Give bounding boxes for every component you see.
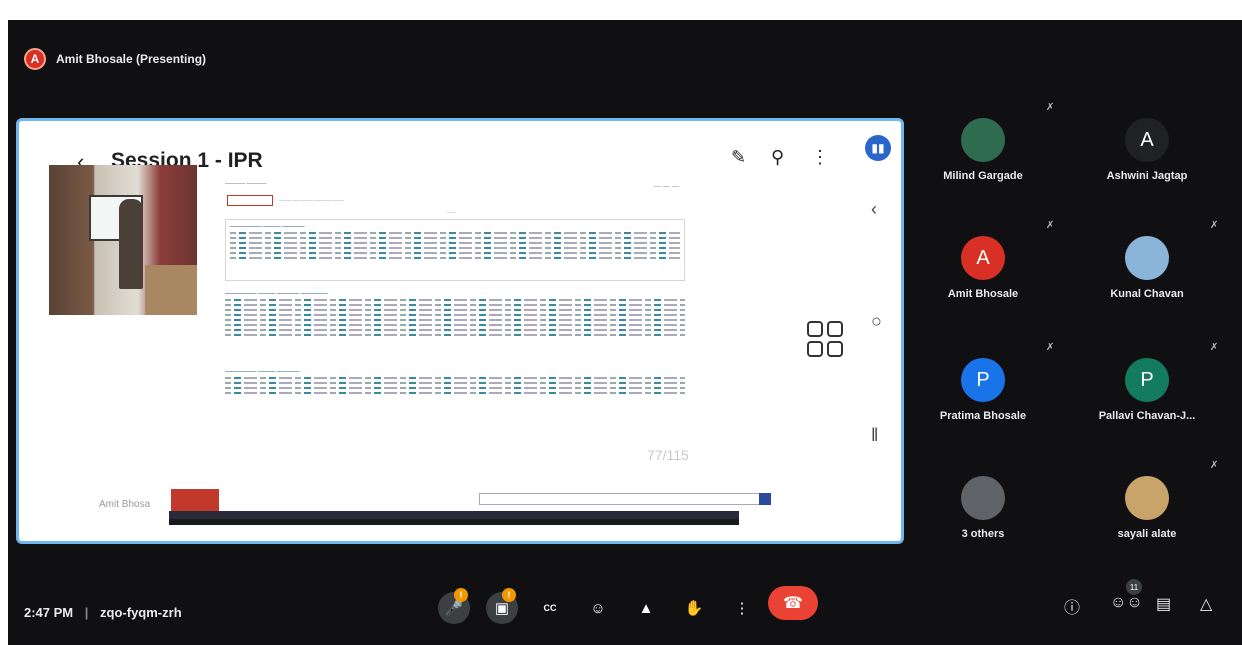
participant-tile[interactable]: ✗ Kunal Chavan xyxy=(1072,220,1222,330)
participant-avatar: P xyxy=(961,358,1005,402)
chevron-left-icon: ‹ xyxy=(871,199,877,219)
result-item: ——————— ———— ————— xyxy=(225,219,685,281)
presenter-watermark: Amit Bhosa xyxy=(99,499,151,510)
result-item: ——————— ———— ————— xyxy=(225,369,685,409)
presenter-label: Amit Bhosale (Presenting) xyxy=(56,52,207,66)
mic-off-icon: ✗ xyxy=(1210,220,1219,231)
separator: | xyxy=(84,605,89,620)
participant-avatar xyxy=(961,476,1005,520)
captions-button[interactable]: CC xyxy=(534,592,566,624)
page-result-count: — — xyxy=(447,209,457,214)
participant-name: Pallavi Chavan-J... xyxy=(1098,410,1196,422)
desk-image xyxy=(145,265,197,315)
participant-tile[interactable]: 3 others xyxy=(908,460,1058,570)
document-page: ———— ———— ——— —— ——— ———— ——— — — — — — … xyxy=(219,181,689,471)
tablet-taskbar: Amit Bhosa xyxy=(19,485,901,541)
meeting-details-icon[interactable]: ⓘ xyxy=(1064,594,1080,618)
presenter-bar: A Amit Bhosale (Presenting) xyxy=(24,48,206,70)
mic-off-icon: ✗ xyxy=(1046,102,1055,113)
people-count-badge: 11 xyxy=(1126,579,1142,595)
participant-name: 3 others xyxy=(961,528,1005,540)
participant-tile[interactable]: ✗ A Amit Bhosale xyxy=(908,220,1058,330)
emoji-button[interactable]: ☺ xyxy=(582,592,614,624)
participant-tile[interactable]: ✗ sayali alate xyxy=(1072,460,1222,570)
participant-tile[interactable]: ✗ P Pratima Bhosale xyxy=(908,342,1058,452)
participant-tile[interactable]: ✗ P Pallavi Chavan-J... xyxy=(1072,342,1222,452)
camera-thumbnail xyxy=(49,165,197,315)
mic-off-icon: ✗ xyxy=(1046,342,1055,353)
activities-icon[interactable]: △ xyxy=(1200,594,1212,614)
more-vert-icon: ⋮ xyxy=(811,147,829,167)
mic-off-icon: ✗ xyxy=(1210,342,1219,353)
shared-screen[interactable]: ‹ Session 1 - IPR ✎ ⚲ ⋮ ▮▮ ———— ———— ———… xyxy=(16,118,904,544)
camera-warning-badge: ! xyxy=(502,588,516,602)
result-title: ——————— ———— ————— —————— xyxy=(225,291,328,296)
captions-icon: CC xyxy=(543,603,557,613)
result-title: ——————— ———— ————— xyxy=(225,369,300,374)
meet-window: A Amit Bhosale (Presenting) ‹ Session 1 … xyxy=(8,20,1242,645)
meeting-info: 2:47 PM | zqo-fyqm-zrh xyxy=(24,605,182,620)
raise-hand-button[interactable]: ✋ xyxy=(678,592,710,624)
people-icon[interactable]: ☺☺ xyxy=(1110,594,1143,612)
result-item: ——————— ———— ————— —————— xyxy=(225,291,685,361)
participant-avatar xyxy=(961,118,1005,162)
grid-view-icon xyxy=(807,321,843,357)
page-counter: 77/115 xyxy=(647,447,689,463)
page-pager: — — — xyxy=(654,183,679,190)
participant-name: Kunal Chavan xyxy=(1110,288,1184,300)
site-nav-strip xyxy=(169,511,739,519)
chat-icon[interactable]: ▤ xyxy=(1156,594,1171,614)
end-call-button[interactable]: ☎ xyxy=(768,586,818,620)
browser-preview xyxy=(169,489,771,525)
participant-avatar: A xyxy=(961,236,1005,280)
recent-apps-icon: ‖ xyxy=(871,425,879,445)
page-meta: ——— —— ——— ———— ——— xyxy=(279,197,344,202)
presenter-avatar: A xyxy=(24,48,46,70)
participant-avatar xyxy=(1125,236,1169,280)
result-title: ——————— ———— ————— xyxy=(230,224,305,229)
mic-off-icon: ✗ xyxy=(1210,460,1219,471)
participant-name: sayali alate xyxy=(1117,528,1177,540)
sound-level-icon: ▮▮ xyxy=(865,135,891,161)
person-image xyxy=(119,199,143,289)
participant-name: Milind Gargade xyxy=(943,170,1023,182)
more-options-button[interactable]: ⋮ xyxy=(726,592,758,624)
home-circle-icon: ○ xyxy=(871,311,882,331)
present-button[interactable]: ▲ xyxy=(630,592,662,624)
participant-name: Pratima Bhosale xyxy=(939,410,1027,422)
page-search-box xyxy=(227,195,273,206)
mic-off-icon: ✗ xyxy=(1046,220,1055,231)
meeting-code: zqo-fyqm-zrh xyxy=(100,605,182,620)
search-icon: ⚲ xyxy=(771,147,785,167)
site-search-field xyxy=(479,493,761,505)
meeting-time: 2:47 PM xyxy=(24,605,74,620)
participant-avatar xyxy=(1125,476,1169,520)
site-search-button xyxy=(759,493,771,505)
participant-avatar: P xyxy=(1125,358,1169,402)
participant-name: Amit Bhosale xyxy=(947,288,1019,300)
mic-warning-badge: ! xyxy=(454,588,468,602)
edit-icon: ✎ xyxy=(731,147,747,167)
page-header: ———— ———— xyxy=(225,181,267,187)
participant-avatar: A xyxy=(1125,118,1169,162)
participant-tile[interactable]: ✗ Milind Gargade xyxy=(908,102,1058,212)
participant-tile[interactable]: A Ashwini Jagtap xyxy=(1072,102,1222,212)
participant-name: Ashwini Jagtap xyxy=(1106,170,1188,182)
